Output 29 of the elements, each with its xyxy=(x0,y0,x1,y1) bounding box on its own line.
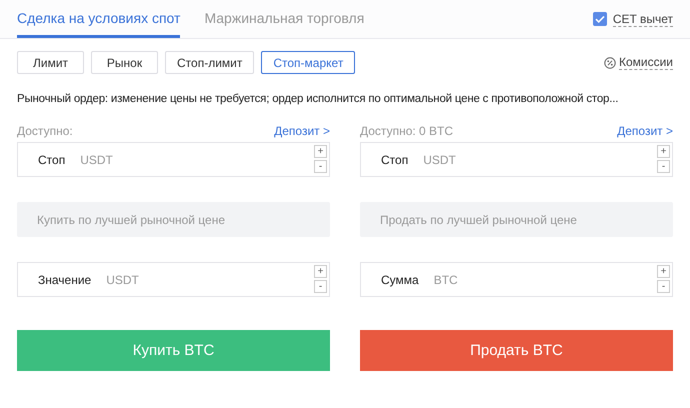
decrement-button[interactable]: - xyxy=(314,280,327,293)
checkbox[interactable] xyxy=(592,12,607,26)
input-field[interactable]: Сумма BTC + - xyxy=(360,262,673,297)
market-price-field: Продать по лучшей рыночной цене xyxy=(360,202,673,237)
fees-link[interactable]: Комиссии xyxy=(618,55,673,70)
available-balance: Доступно: 0 BTC xyxy=(360,124,454,140)
decrement-button[interactable]: - xyxy=(657,280,670,293)
order-type-button[interactable]: Рынок xyxy=(91,51,158,74)
deposit-link[interactable]: Депозит > xyxy=(274,124,330,141)
cet-deduction-label[interactable]: CET вычет xyxy=(612,12,673,26)
decrement-button[interactable]: - xyxy=(657,160,670,173)
market-price-field: Купить по лучшей рыночной цене xyxy=(17,202,330,237)
order-description: Рыночный ордер: изменение цены не требуется; ордер исполнится по оптимальной цене с противоположной стор... xyxy=(16,92,620,105)
trade-tab[interactable]: Сделка на условиях спот xyxy=(17,0,180,38)
order-type-button[interactable]: Лимит xyxy=(17,51,84,74)
available-balance: Доступно: xyxy=(17,124,73,140)
percent-icon xyxy=(604,56,616,68)
increment-button[interactable]: + xyxy=(657,265,670,278)
increment-button[interactable]: + xyxy=(314,145,327,158)
increment-button[interactable]: + xyxy=(314,265,327,278)
increment-button[interactable]: + xyxy=(657,145,670,158)
input-field[interactable]: Стоп USDT + - xyxy=(17,142,330,177)
deposit-link[interactable]: Депозит > xyxy=(617,124,673,141)
input-field[interactable]: Значение USDT + - xyxy=(17,262,330,297)
order-type-button[interactable]: Стоп-маркет xyxy=(261,51,356,74)
input-field[interactable]: Стоп USDT + - xyxy=(360,142,673,177)
submit-button[interactable]: Продать BTC xyxy=(360,330,673,371)
order-type-button[interactable]: Стоп-лимит xyxy=(165,51,254,74)
decrement-button[interactable]: - xyxy=(314,160,327,173)
